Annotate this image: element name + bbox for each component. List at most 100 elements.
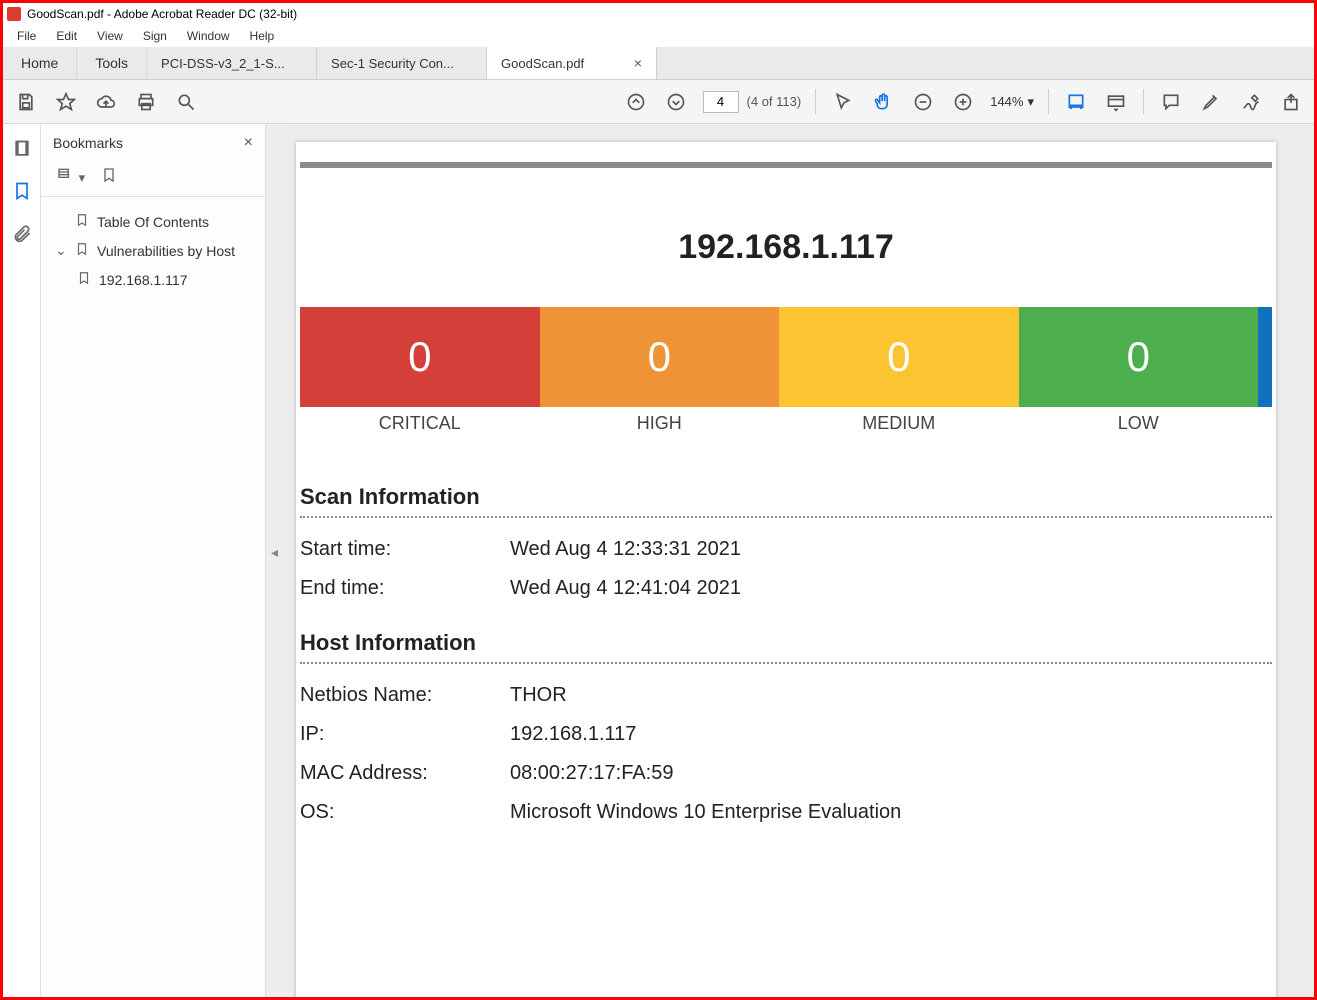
tabs-row: Home Tools PCI-DSS-v3_2_1-S... Sec-1 Sec… — [3, 47, 1314, 80]
kv-value: 192.168.1.117 — [510, 723, 636, 746]
kv-row-os: OS: Microsoft Windows 10 Enterprise Eval… — [300, 801, 1272, 824]
bookmarks-title: Bookmarks — [53, 135, 123, 151]
app-icon — [7, 7, 21, 21]
doc-tab-0[interactable]: PCI-DSS-v3_2_1-S... — [147, 47, 317, 79]
zoom-in-icon[interactable] — [950, 89, 976, 115]
menu-bar: File Edit View Sign Window Help — [3, 25, 1314, 47]
find-bookmark-icon[interactable] — [101, 167, 117, 186]
home-tab[interactable]: Home — [3, 47, 77, 79]
doc-tab-label: GoodScan.pdf — [501, 56, 584, 71]
doc-tab-2[interactable]: GoodScan.pdf × — [487, 47, 657, 79]
doc-tab-1[interactable]: Sec-1 Security Con... — [317, 47, 487, 79]
kv-key: OS: — [300, 801, 510, 824]
kv-key: Start time: — [300, 538, 510, 561]
severity-low-cell: 0 — [1019, 307, 1259, 407]
star-icon[interactable] — [53, 89, 79, 115]
kv-value: THOR — [510, 684, 567, 707]
attachments-icon[interactable] — [11, 222, 33, 244]
doc-tab-label: PCI-DSS-v3_2_1-S... — [161, 56, 285, 71]
severity-label-low: LOW — [1019, 413, 1259, 434]
cloud-upload-icon[interactable] — [93, 89, 119, 115]
main-area: Bookmarks × ▾ Table Of Contents ⌄ Vulner… — [3, 124, 1314, 997]
highlight-icon[interactable] — [1198, 89, 1224, 115]
pointer-icon[interactable] — [830, 89, 856, 115]
tools-tab[interactable]: Tools — [77, 47, 147, 79]
severity-medium-cell: 0 — [779, 307, 1019, 407]
kv-row-start-time: Start time: Wed Aug 4 12:33:31 2021 — [300, 538, 1272, 561]
kv-row-end-time: End time: Wed Aug 4 12:41:04 2021 — [300, 577, 1272, 600]
section-heading: Host Information — [300, 630, 1272, 664]
bookmark-label: Vulnerabilities by Host — [97, 243, 235, 259]
hand-icon[interactable] — [870, 89, 896, 115]
zoom-out-icon[interactable] — [910, 89, 936, 115]
sign-icon[interactable] — [1238, 89, 1264, 115]
bookmark-label: Table Of Contents — [97, 214, 209, 230]
kv-value: Wed Aug 4 12:41:04 2021 — [510, 577, 741, 600]
bookmarks-options-icon[interactable]: ▾ — [55, 166, 85, 186]
pdf-page: 192.168.1.117 0 0 0 0 CRITICAL HIGH MEDI… — [296, 142, 1276, 997]
kv-row-ip: IP: 192.168.1.117 — [300, 723, 1272, 746]
zoom-value: 144% — [990, 94, 1023, 109]
bookmark-icon — [77, 271, 91, 288]
page-indicator: (4 of 113) — [703, 91, 802, 113]
bookmark-icon — [75, 213, 89, 230]
menu-help[interactable]: Help — [240, 27, 285, 45]
close-icon[interactable]: × — [634, 55, 642, 71]
severity-info-cell — [1258, 307, 1272, 407]
bookmarks-icon[interactable] — [11, 180, 33, 202]
read-mode-icon[interactable] — [1103, 89, 1129, 115]
bookmark-item-host-0[interactable]: 192.168.1.117 — [49, 265, 257, 294]
page-total-label: (4 of 113) — [747, 94, 802, 109]
menu-file[interactable]: File — [7, 27, 46, 45]
print-icon[interactable] — [133, 89, 159, 115]
severity-label-critical: CRITICAL — [300, 413, 540, 434]
kv-key: Netbios Name: — [300, 684, 510, 707]
page-down-icon[interactable] — [663, 89, 689, 115]
host-information-section: Host Information Netbios Name: THOR IP: … — [300, 630, 1272, 824]
toolbar-separator — [1143, 89, 1144, 115]
menu-view[interactable]: View — [87, 27, 133, 45]
scan-information-section: Scan Information Start time: Wed Aug 4 1… — [300, 484, 1272, 600]
kv-row-mac: MAC Address: 08:00:27:17:FA:59 — [300, 762, 1272, 785]
kv-value: Wed Aug 4 12:33:31 2021 — [510, 538, 741, 561]
chevron-down-icon[interactable]: ⌄ — [55, 242, 67, 259]
menu-window[interactable]: Window — [177, 27, 240, 45]
kv-key: MAC Address: — [300, 762, 510, 785]
fit-width-icon[interactable] — [1063, 89, 1089, 115]
page-header-line — [300, 162, 1272, 168]
severity-high-cell: 0 — [540, 307, 780, 407]
bookmark-icon — [75, 242, 89, 259]
menu-sign[interactable]: Sign — [133, 27, 177, 45]
kv-value: 08:00:27:17:FA:59 — [510, 762, 673, 785]
page-up-icon[interactable] — [623, 89, 649, 115]
page-input[interactable] — [703, 91, 739, 113]
kv-key: End time: — [300, 577, 510, 600]
document-viewport[interactable]: 192.168.1.117 0 0 0 0 CRITICAL HIGH MEDI… — [288, 124, 1314, 997]
close-panel-icon[interactable]: × — [244, 134, 253, 152]
share-icon[interactable] — [1278, 89, 1304, 115]
bookmark-item-toc[interactable]: Table Of Contents — [49, 207, 257, 236]
window-title: GoodScan.pdf - Adobe Acrobat Reader DC (… — [27, 7, 297, 21]
severity-label-medium: MEDIUM — [779, 413, 1019, 434]
severity-bar: 0 0 0 0 — [300, 307, 1272, 407]
severity-label-high: HIGH — [540, 413, 780, 434]
panel-collapse-gutter[interactable]: ◂ — [266, 124, 288, 997]
section-heading: Scan Information — [300, 484, 1272, 518]
comment-icon[interactable] — [1158, 89, 1184, 115]
bookmark-label: 192.168.1.117 — [99, 272, 188, 288]
kv-key: IP: — [300, 723, 510, 746]
thumbnails-icon[interactable] — [11, 138, 33, 160]
doc-tab-label: Sec-1 Security Con... — [331, 56, 454, 71]
save-icon[interactable] — [13, 89, 39, 115]
toolbar-separator — [1048, 89, 1049, 115]
toolbar-separator — [815, 89, 816, 115]
severity-critical-cell: 0 — [300, 307, 540, 407]
zoom-dropdown[interactable]: 144% ▾ — [990, 94, 1034, 110]
menu-edit[interactable]: Edit — [46, 27, 87, 45]
bookmark-item-vuln-by-host[interactable]: ⌄ Vulnerabilities by Host — [49, 236, 257, 265]
kv-value: Microsoft Windows 10 Enterprise Evaluati… — [510, 801, 901, 824]
collapse-left-icon[interactable]: ◂ — [271, 544, 278, 561]
chevron-down-icon: ▾ — [1027, 94, 1034, 110]
search-icon[interactable] — [173, 89, 199, 115]
bookmarks-tree: Table Of Contents ⌄ Vulnerabilities by H… — [41, 197, 265, 304]
